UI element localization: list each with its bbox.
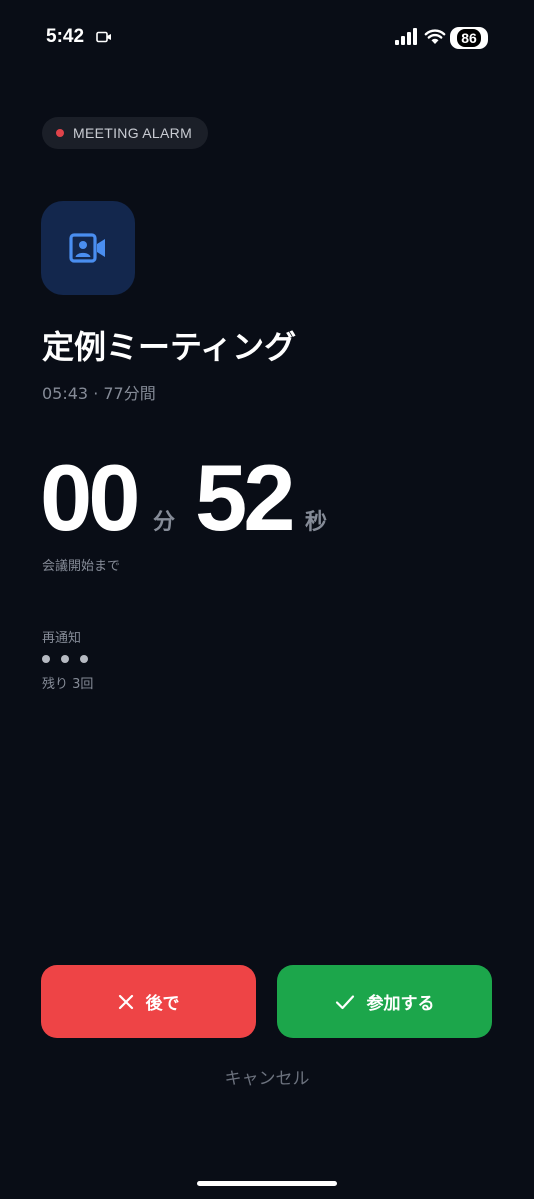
badge-label: MEETING ALARM xyxy=(73,125,193,141)
alarm-screen: 5:42 86 MEETING ALARM 定例ミーティング 05:43 · 7… xyxy=(0,0,534,1199)
snooze-dot xyxy=(80,655,88,663)
join-button-label: 参加する xyxy=(366,994,435,1014)
countdown-minutes: 00 xyxy=(40,445,141,550)
countdown-seconds-unit: 秒 xyxy=(305,510,328,535)
status-time: 5:42 xyxy=(46,26,85,47)
video-call-icon xyxy=(69,233,105,263)
join-button[interactable]: 参加する xyxy=(277,965,492,1038)
home-indicator[interactable] xyxy=(197,1181,337,1186)
later-button[interactable]: 後で xyxy=(41,965,256,1038)
close-icon xyxy=(118,994,133,1009)
later-button-label: 後で xyxy=(145,994,180,1014)
meeting-title: 定例ミーティング xyxy=(42,328,297,366)
countdown-caption: 会議開始まで xyxy=(42,559,121,574)
wifi-icon xyxy=(424,29,446,44)
countdown-minutes-unit: 分 xyxy=(153,510,176,535)
countdown-seconds: 52 xyxy=(195,445,296,550)
snooze-label: 再通知 xyxy=(42,631,82,646)
meeting-alarm-badge: MEETING ALARM xyxy=(42,117,209,149)
meeting-time-duration: 05:43 · 77分間 xyxy=(42,384,156,403)
snooze-dot xyxy=(42,655,50,663)
recording-dot-icon xyxy=(56,129,64,137)
snooze-dot xyxy=(61,655,69,663)
snooze-remaining: 残り 3回 xyxy=(42,677,94,692)
check-icon xyxy=(335,994,354,1009)
cancel-button[interactable]: キャンセル xyxy=(0,1064,534,1089)
status-bar: 5:42 86 xyxy=(0,24,534,54)
battery-indicator: 86 xyxy=(450,27,488,49)
signal-icon xyxy=(395,28,417,45)
video-call-app-icon xyxy=(41,201,135,295)
snooze-dots xyxy=(42,655,88,663)
camera-indicator-icon xyxy=(96,31,111,43)
countdown-timer: 00 分 52 秒 xyxy=(40,448,500,548)
battery-level: 86 xyxy=(457,29,481,47)
